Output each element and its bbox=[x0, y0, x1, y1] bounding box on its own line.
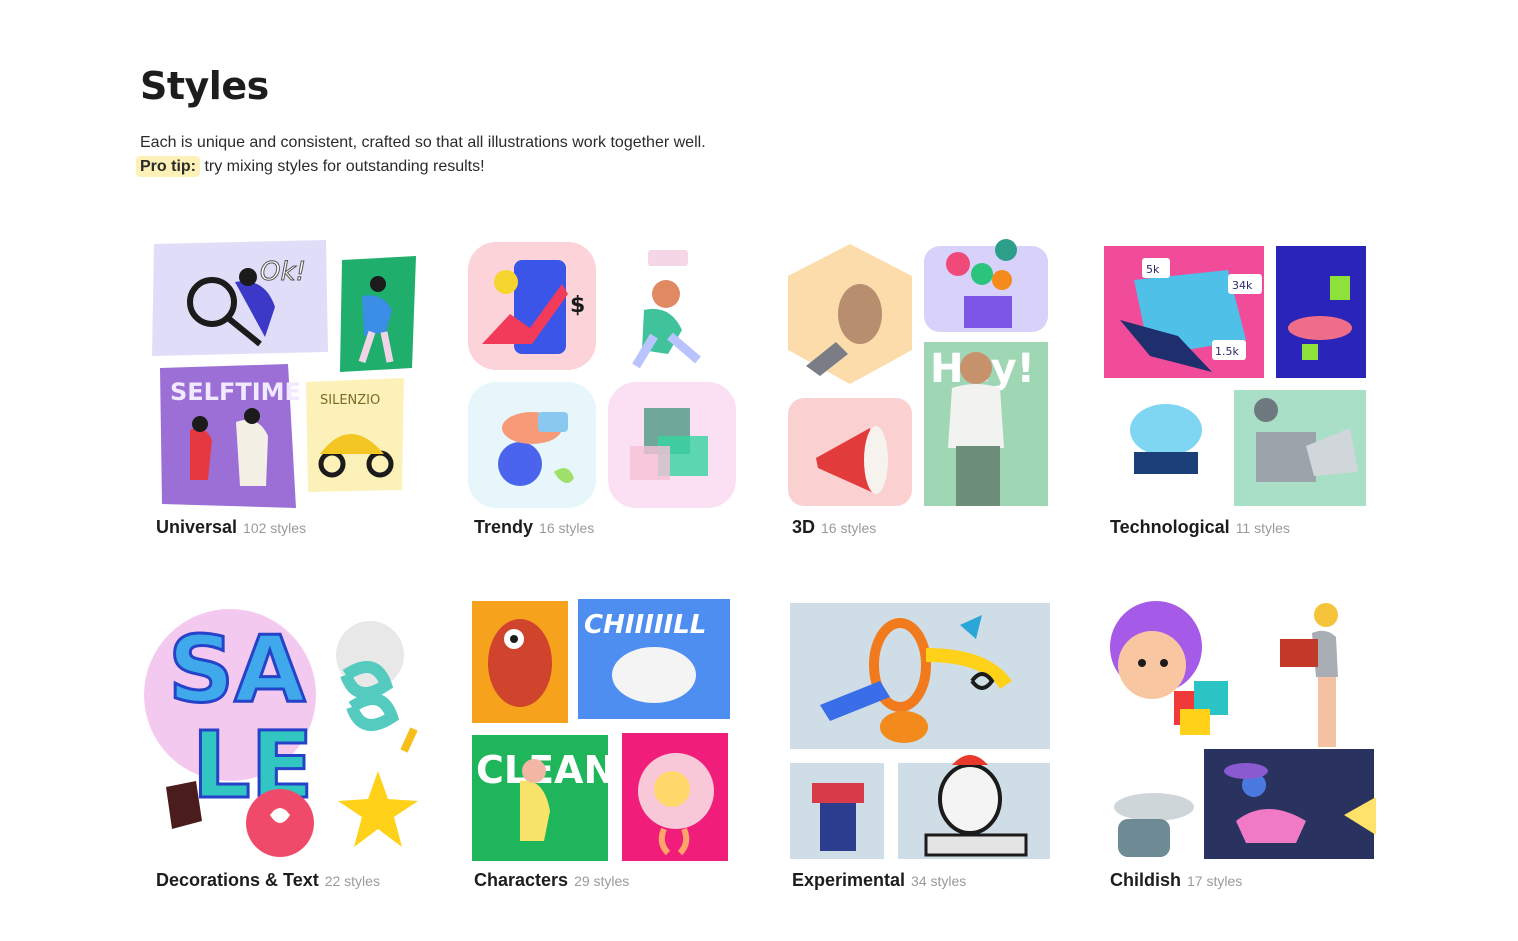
decorations-text-thumbnail: SA LE bbox=[144, 609, 418, 857]
style-card-label: Technological 11 styles bbox=[1110, 517, 1290, 538]
style-card-3d[interactable]: Hey! 3D 16 styles bbox=[776, 232, 1066, 552]
style-card-childish[interactable]: Childish 17 styles bbox=[1094, 585, 1384, 905]
style-card-name: Trendy bbox=[474, 517, 534, 537]
svg-text:SA: SA bbox=[168, 616, 305, 723]
style-card-count: 102 styles bbox=[243, 520, 307, 536]
style-card-label: 3D 16 styles bbox=[792, 517, 876, 538]
style-card-technological[interactable]: 5k 34k 1.5k Technological 11 styles bbox=[1094, 232, 1384, 552]
style-card-count: 29 styles bbox=[574, 873, 630, 889]
pro-tip-text: try mixing styles for outstanding result… bbox=[200, 158, 485, 175]
style-card-label: Trendy 16 styles bbox=[474, 517, 594, 538]
style-card-characters[interactable]: CHIIIIILL CLEAN Characters 29 styles bbox=[458, 585, 748, 905]
style-card-count: 34 styles bbox=[911, 873, 967, 889]
style-card-name: 3D bbox=[792, 517, 816, 537]
trendy-thumbnail: $ bbox=[468, 242, 736, 508]
style-card-label: Decorations & Text 22 styles bbox=[156, 870, 380, 891]
svg-text:1.5k: 1.5k bbox=[1215, 345, 1239, 358]
style-card-name: Characters bbox=[474, 870, 569, 890]
style-card-count: 16 styles bbox=[539, 520, 595, 536]
svg-text:SILENZIO: SILENZIO bbox=[320, 393, 380, 408]
page-description: Each is unique and consistent, crafted s… bbox=[136, 131, 706, 179]
pro-tip: Pro tip: try mixing styles for outstandi… bbox=[136, 155, 706, 179]
style-card-label: Universal 102 styles bbox=[156, 517, 306, 538]
svg-text:$: $ bbox=[570, 293, 585, 318]
style-card-decorations-text[interactable]: SA LE Decorations & Text 22 styles bbox=[140, 585, 430, 905]
characters-thumbnail: CHIIIIILL CLEAN bbox=[472, 599, 730, 861]
page-title: Styles bbox=[140, 64, 269, 108]
universal-thumbnail: Ok! SELFTIME SILENZIO bbox=[152, 240, 416, 508]
style-card-name: Experimental bbox=[792, 870, 906, 890]
style-card-experimental[interactable]: Experimental 34 styles bbox=[776, 585, 1066, 905]
description-line: Each is unique and consistent, crafted s… bbox=[140, 134, 706, 151]
style-card-label: Childish 17 styles bbox=[1110, 870, 1242, 891]
style-card-count: 11 styles bbox=[1235, 520, 1290, 536]
style-card-count: 22 styles bbox=[324, 873, 380, 889]
style-card-count: 16 styles bbox=[821, 520, 877, 536]
experimental-thumbnail bbox=[790, 603, 1050, 859]
style-card-name: Technological bbox=[1110, 517, 1230, 537]
childish-thumbnail bbox=[1110, 601, 1376, 859]
svg-text:Ok!: Ok! bbox=[260, 257, 306, 287]
svg-text:34k: 34k bbox=[1232, 279, 1253, 292]
style-card-label: Characters 29 styles bbox=[474, 870, 629, 891]
3d-thumbnail: Hey! bbox=[788, 239, 1048, 506]
style-card-label: Experimental 34 styles bbox=[792, 870, 966, 891]
pro-tip-label: Pro tip: bbox=[136, 156, 200, 177]
style-card-universal[interactable]: Ok! SELFTIME SILENZIO Universal 102 style… bbox=[140, 232, 430, 552]
technological-thumbnail: 5k 34k 1.5k bbox=[1104, 246, 1366, 508]
style-card-name: Childish bbox=[1110, 870, 1181, 890]
style-card-name: Decorations & Text bbox=[156, 870, 319, 890]
style-card-count: 17 styles bbox=[1187, 873, 1243, 889]
svg-text:CHIIIIILL: CHIIIIILL bbox=[584, 610, 706, 640]
style-card-name: Universal bbox=[156, 517, 238, 537]
svg-text:5k: 5k bbox=[1146, 263, 1160, 276]
style-card-trendy[interactable]: $ Trendy 16 styles bbox=[458, 232, 748, 552]
svg-text:SELFTIME: SELFTIME bbox=[170, 378, 301, 406]
